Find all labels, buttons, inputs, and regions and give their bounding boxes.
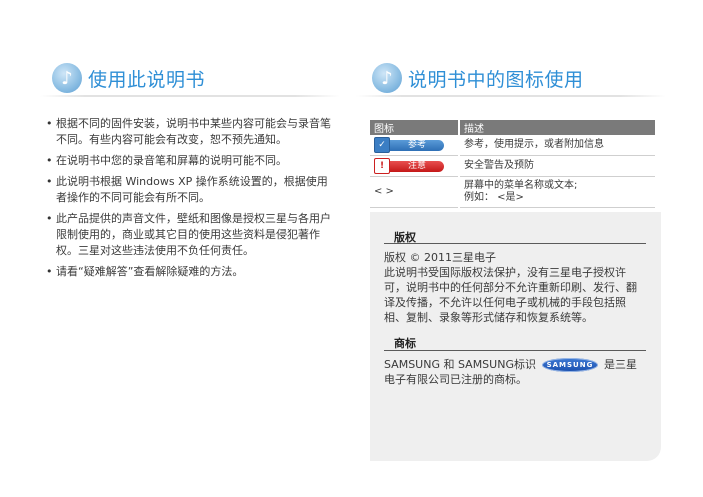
left-header-divider <box>40 95 340 97</box>
list-item: 请看“疑难解答”查看解除疑难的方法。 <box>46 264 336 280</box>
reference-badge: ✓ 参考 <box>374 137 454 153</box>
trademark-divider <box>384 350 646 351</box>
reference-badge-label: 参考 <box>388 139 444 151</box>
trademark-text-before: SAMSUNG 和 SAMSUNG标识 <box>384 358 536 371</box>
list-item: 此产品提供的声音文件，壁纸和图像是授权三星与各用户限制使用的，商业或其它目的使用… <box>46 211 336 259</box>
table-row: < > 屏幕中的菜单名称或文本; 例如： <是> <box>370 176 655 208</box>
angle-bracket-symbol: < > <box>370 176 460 208</box>
list-item: 在说明书中您的录音笔和屏幕的说明可能不同。 <box>46 153 336 169</box>
list-item: 根据不同的固件安装，说明书中某些内容可能会与录音笔不同。有些内容可能会有改变，恕… <box>46 116 336 148</box>
right-header-divider <box>356 95 666 97</box>
table-header-row: 图标 描述 <box>370 120 655 135</box>
trademark-title: 商标 <box>394 337 416 350</box>
left-section-header: ♪ 使用此说明书 <box>52 58 205 98</box>
table-row: ✓ 参考 参考，使用提示，或者附加信息 <box>370 135 655 156</box>
usage-notes-list: 根据不同的固件安装，说明书中某些内容可能会与录音笔不同。有些内容可能会有改变，恕… <box>46 116 336 285</box>
warning-description: 安全警告及预防 <box>459 155 655 177</box>
table-row: ! 注意 安全警告及预防 <box>370 155 655 177</box>
warning-icon: ! <box>374 158 390 174</box>
right-section-title: 说明书中的图标使用 <box>408 68 584 91</box>
music-note-icon: ♪ <box>372 63 402 93</box>
samsung-logo: SAMSUNG <box>541 358 598 372</box>
reference-icon: ✓ <box>374 137 390 153</box>
right-section-header: ♪ 说明书中的图标使用 <box>372 58 584 98</box>
list-item: 此说明书根据 Windows XP 操作系统设置的，根据使用者操作的不同可能会有… <box>46 174 336 206</box>
column-header-description: 描述 <box>459 120 655 135</box>
copyright-body: 版权 © 2011三星电子 此说明书受国际版权法保护，没有三星电子授权许可，说明… <box>384 251 637 324</box>
music-note-icon: ♪ <box>52 63 82 93</box>
icon-legend-table: 图标 描述 ✓ 参考 参考，使用提示，或者附加信息 ! 注意 安全警告及预防 <… <box>370 120 655 208</box>
reference-description: 参考，使用提示，或者附加信息 <box>459 135 655 156</box>
warning-badge: ! 注意 <box>374 158 454 174</box>
menu-text-description: 屏幕中的菜单名称或文本; <box>464 180 578 191</box>
copyright-divider <box>384 243 646 244</box>
column-header-icon: 图标 <box>370 120 460 135</box>
menu-text-example: 例如： <是> <box>464 192 524 203</box>
left-section-title: 使用此说明书 <box>88 68 206 91</box>
trademark-body: SAMSUNG 和 SAMSUNG标识 SAMSUNG 是三星电子有限公司已注册的商… <box>384 357 646 387</box>
copyright-trademark-box: 版权 版权 © 2011三星电子 此说明书受国际版权法保护，没有三星电子授权许可… <box>370 212 661 461</box>
warning-badge-label: 注意 <box>388 160 444 172</box>
